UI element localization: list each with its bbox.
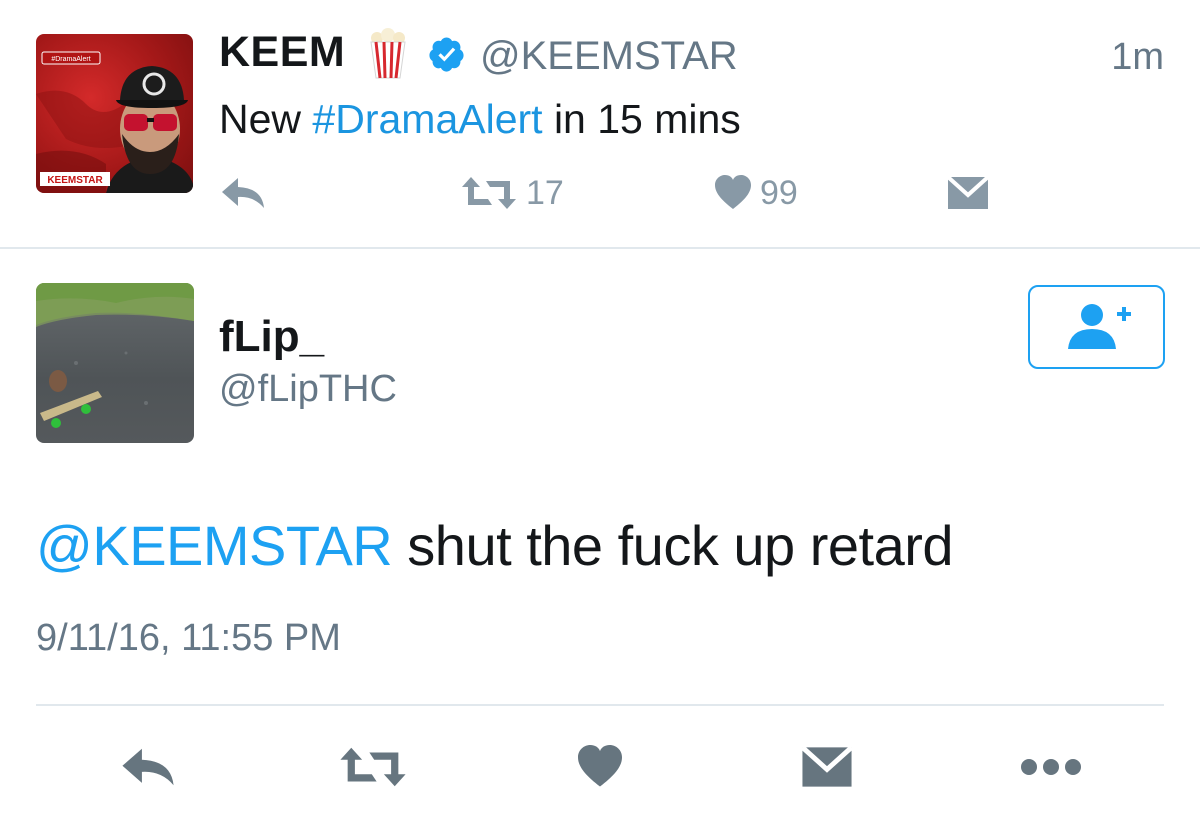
keemstar-avatar[interactable]: #DramaAlert KEEMSTAR — [36, 34, 193, 193]
parent-retweet-button[interactable]: 17 — [460, 173, 564, 213]
retweet-icon — [340, 747, 406, 787]
like-icon — [578, 745, 622, 787]
direct-message-icon — [800, 745, 854, 787]
parent-author-name[interactable]: KEEM — [219, 28, 345, 77]
reply-button[interactable] — [120, 742, 176, 792]
svg-text:KEEMSTAR: KEEMSTAR — [47, 175, 103, 186]
like-button[interactable] — [576, 742, 624, 792]
tweet-separator — [0, 247, 1200, 249]
verified-badge-icon — [427, 35, 466, 74]
parent-message-button[interactable] — [946, 173, 990, 213]
follow-button[interactable] — [1028, 285, 1165, 369]
parent-tweet-text: New #DramaAlert in 15 mins — [219, 96, 741, 143]
tweet-detail-screen: #DramaAlert KEEMSTAR KEEM @KEEMSTAR 1m N… — [0, 0, 1200, 832]
parent-tweet-time: 1m — [1111, 36, 1164, 78]
parent-author-handle[interactable]: @KEEMSTAR — [480, 34, 738, 79]
direct-message-icon — [946, 175, 990, 209]
main-author-name[interactable]: fLip_ — [219, 312, 324, 362]
direct-message-button[interactable] — [800, 742, 854, 792]
parent-reply-button[interactable] — [220, 173, 266, 213]
more-options-button[interactable] — [1019, 742, 1083, 792]
retweet-button[interactable] — [338, 742, 408, 792]
reply-icon — [122, 748, 174, 786]
parent-text-after: in 15 mins — [542, 96, 741, 142]
skateboard-photo-avatar[interactable] — [36, 283, 194, 443]
reply-icon — [222, 178, 264, 208]
mention-link[interactable]: @KEEMSTAR — [36, 514, 393, 577]
actions-separator — [36, 704, 1164, 706]
main-author-handle[interactable]: @fLipTHC — [219, 368, 397, 411]
retweet-icon — [462, 177, 516, 209]
parent-text-before: New — [219, 96, 313, 142]
like-count: 99 — [760, 173, 798, 212]
tweet-timestamp: 9/11/16, 11:55 PM — [36, 617, 341, 659]
add-user-icon — [1067, 304, 1131, 349]
like-icon — [715, 175, 751, 209]
main-tweet-text: @KEEMSTAR shut the fuck up retard — [36, 513, 954, 578]
popcorn-icon — [368, 28, 408, 80]
more-icon — [1021, 759, 1081, 775]
main-text-body: shut the fuck up retard — [392, 514, 954, 577]
svg-text:#DramaAlert: #DramaAlert — [51, 56, 90, 63]
hashtag-link[interactable]: #DramaAlert — [312, 96, 542, 142]
retweet-count: 17 — [526, 173, 564, 212]
parent-like-button[interactable]: 99 — [714, 173, 798, 213]
